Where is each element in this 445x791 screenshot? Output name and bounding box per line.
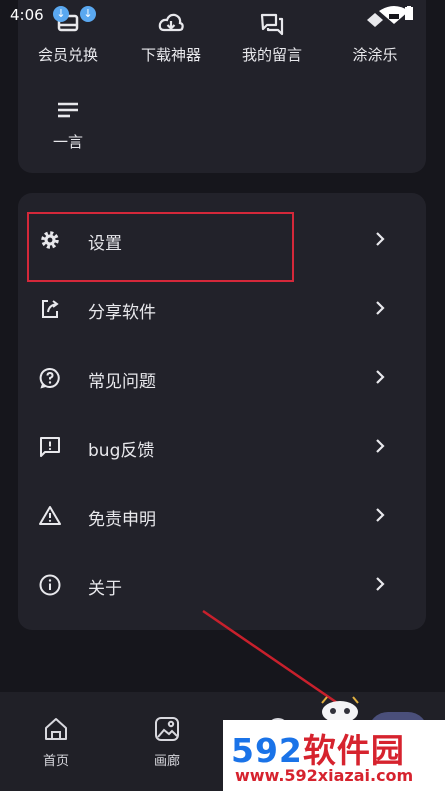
gear-icon (41, 231, 59, 249)
chevron-right-icon (376, 301, 385, 315)
menu-label: bug反馈 (88, 441, 155, 461)
menu-item-bug-feedback[interactable]: bug反馈 (18, 413, 426, 482)
shortcut-quotes[interactable]: 一言 (18, 97, 118, 152)
menu-label: 分享软件 (88, 303, 156, 323)
chevron-right-icon (376, 439, 385, 453)
notes-icon (58, 102, 78, 118)
menu-item-settings[interactable]: 设置 (18, 206, 426, 275)
shortcut-label: 下载神器 (140, 46, 201, 64)
shortcut-label: 我的留言 (241, 46, 302, 64)
status-time: 4:06 (10, 6, 44, 24)
nav-label: 首页 (42, 754, 69, 769)
menu-item-share[interactable]: 分享软件 (18, 275, 426, 344)
battery-icon (405, 6, 413, 20)
image-icon (155, 717, 179, 741)
menu-label: 设置 (88, 234, 122, 254)
warning-icon (39, 506, 61, 525)
share-icon (42, 300, 59, 318)
menu-item-disclaimer[interactable]: 免责申明 (18, 482, 426, 551)
watermark-brand: 软件园 (302, 731, 405, 770)
feedback-icon (40, 437, 60, 457)
chevron-right-icon (376, 508, 385, 522)
nav-home[interactable]: 首页 (16, 714, 96, 769)
chevron-right-icon (376, 232, 385, 246)
shortcut-label: 一言 (52, 133, 83, 151)
help-icon (39, 367, 60, 389)
menu-label: 关于 (88, 579, 122, 599)
chevron-right-icon (376, 370, 385, 384)
chevron-right-icon (376, 577, 385, 591)
download-badge-icon: ↓ (80, 6, 96, 22)
info-icon (39, 574, 61, 596)
watermark-logo: 592软件园 (231, 724, 405, 772)
nav-label: 画廊 (153, 754, 180, 769)
menu-label: 免责申明 (88, 510, 156, 530)
watermark: 592软件园 www.592xiazai.com (223, 720, 445, 791)
nav-gallery[interactable]: 画廊 (127, 714, 207, 769)
watermark-url: www.592xiazai.com (235, 766, 414, 785)
menu-item-faq[interactable]: 常见问题 (18, 344, 426, 413)
menu-item-about[interactable]: 关于 (18, 551, 426, 620)
download-badge-icon: ↓ (53, 6, 69, 22)
menu-label: 常见问题 (88, 372, 156, 392)
watermark-digits: 592 (231, 731, 303, 770)
status-bar: 4:06 ↓ ↓ (0, 0, 445, 30)
shortcut-label: 涂涂乐 (352, 46, 398, 64)
home-icon (45, 718, 67, 740)
shortcut-label: 会员兑换 (37, 46, 98, 64)
